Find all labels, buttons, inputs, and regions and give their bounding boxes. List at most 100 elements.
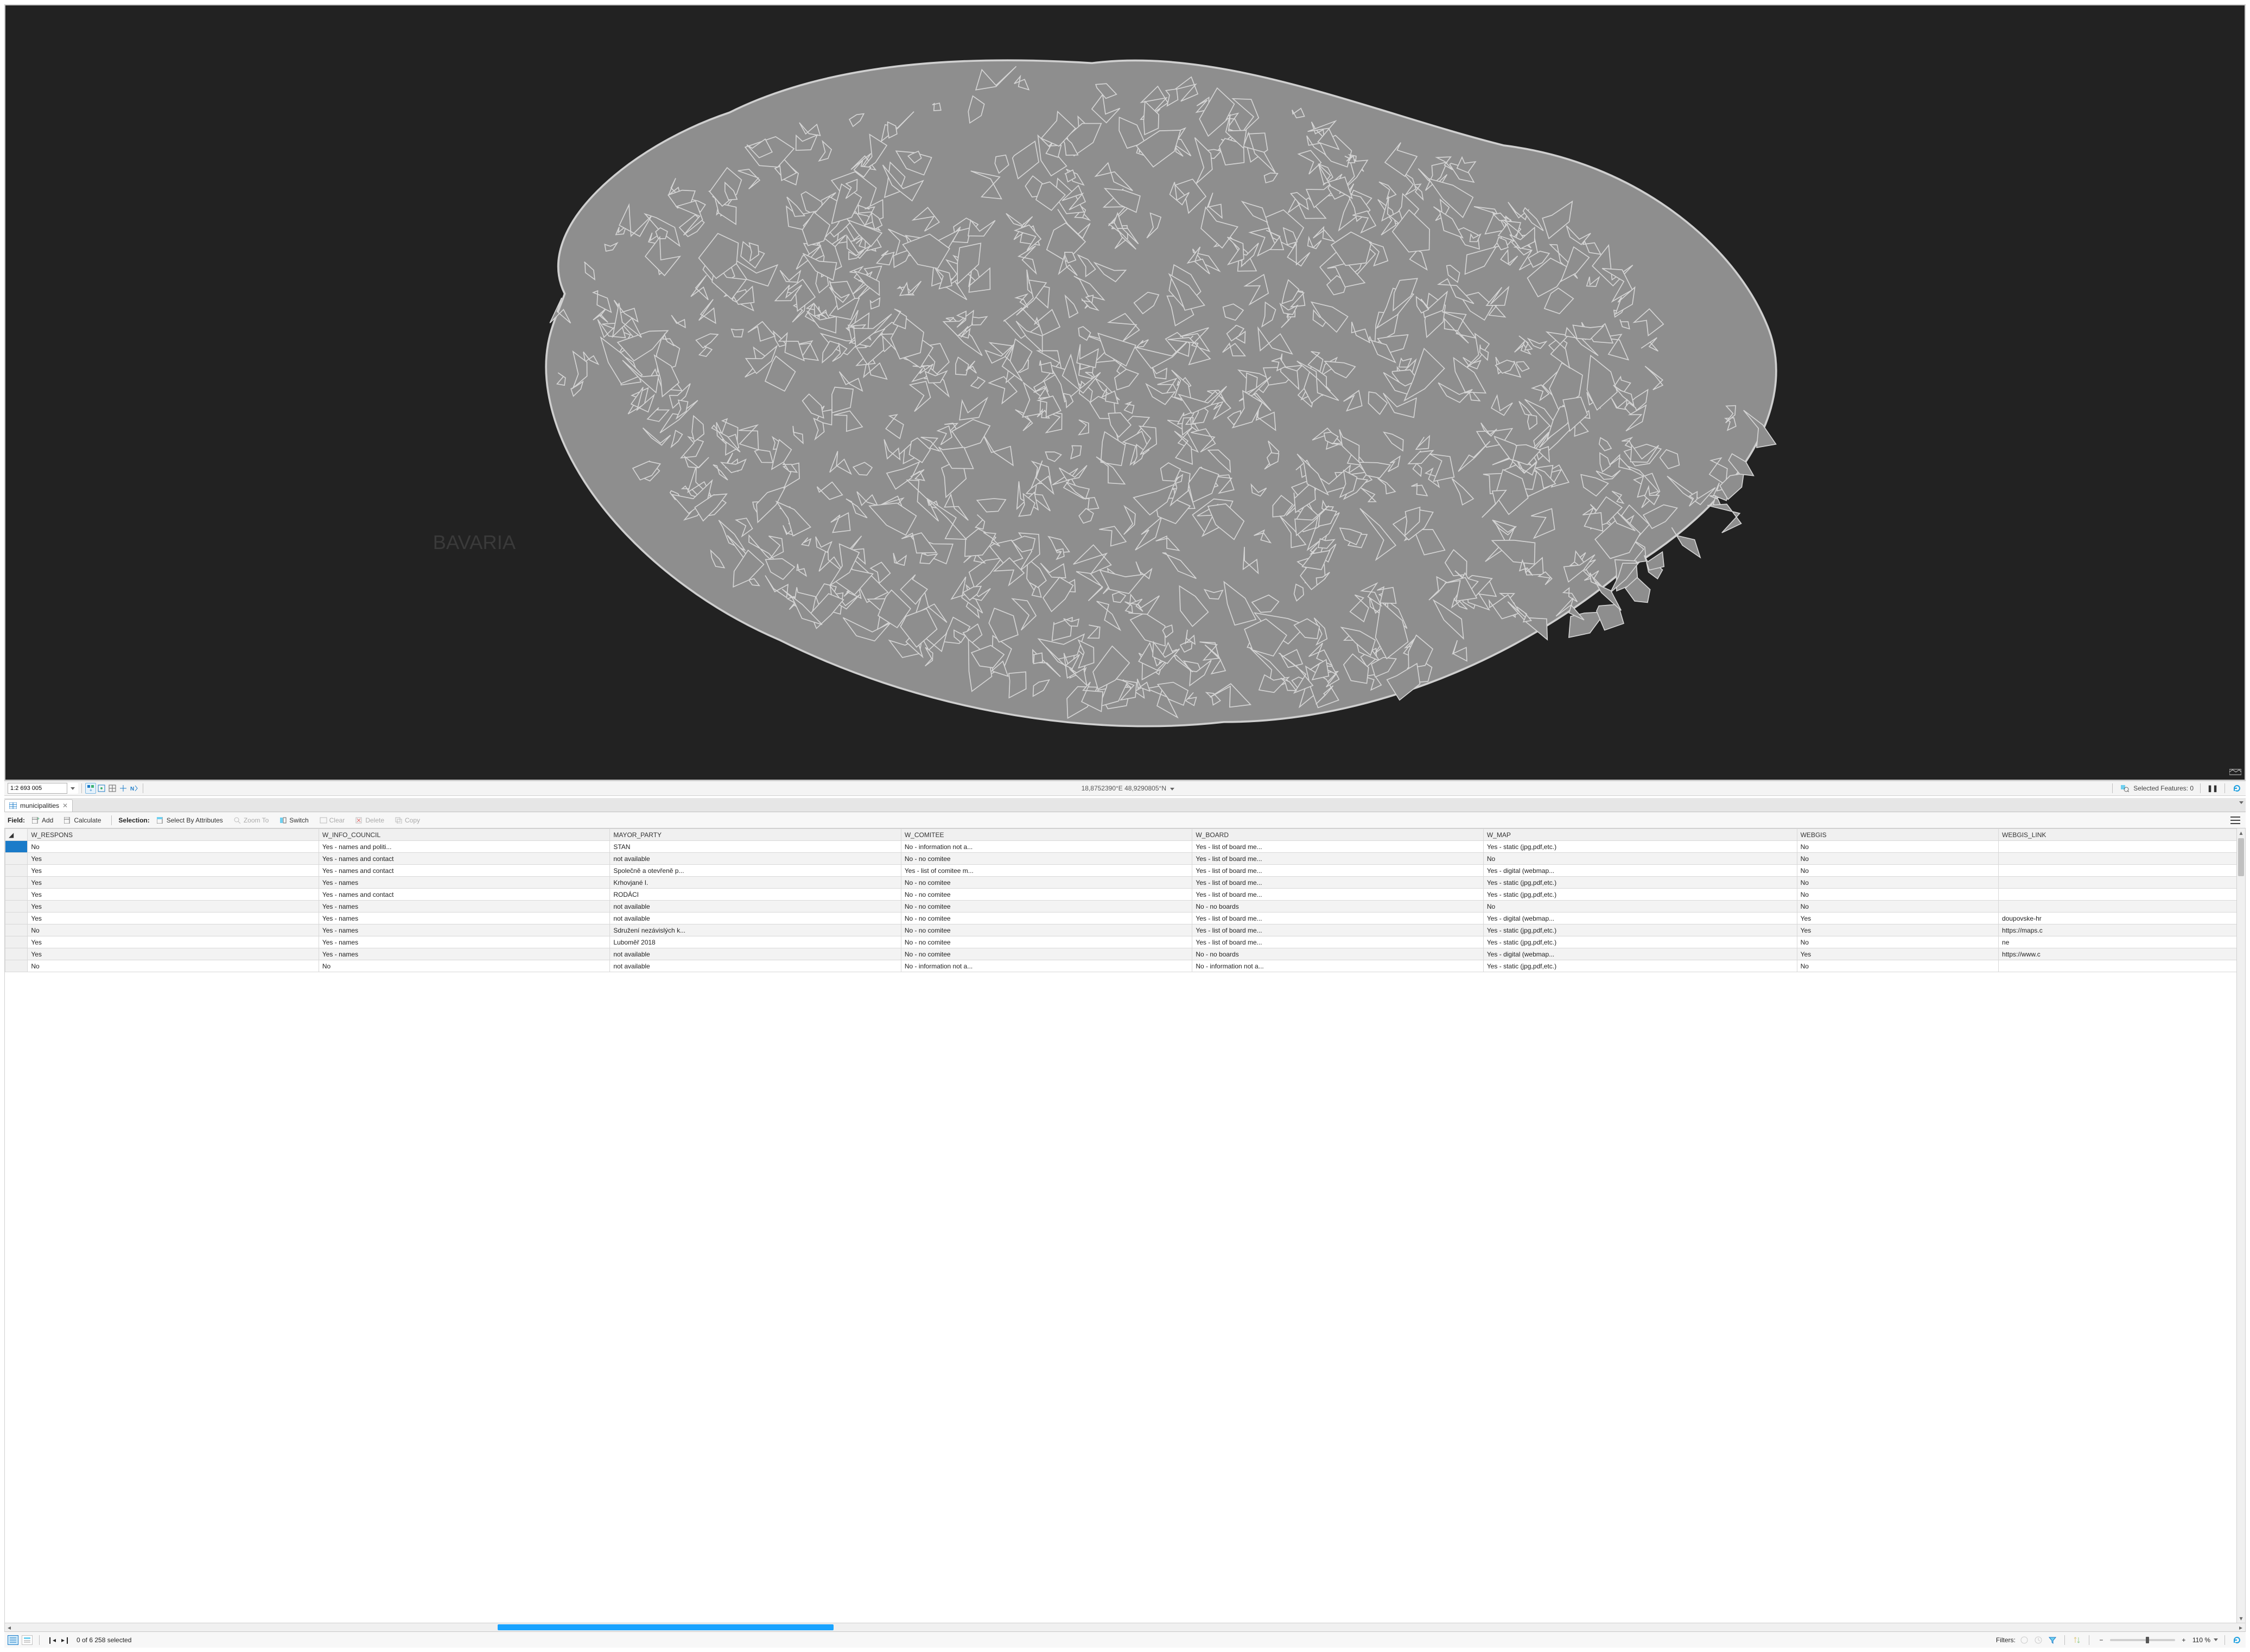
cell[interactable]: No - no boards	[1192, 948, 1484, 960]
horizontal-scrollbar[interactable]: ◂ ▸	[5, 1623, 2245, 1631]
cell[interactable]: not available	[610, 901, 901, 913]
cell[interactable]: Yes	[28, 853, 319, 865]
cell[interactable]: Sdružení nezávislých k...	[610, 924, 901, 936]
cell[interactable]: not available	[610, 948, 901, 960]
table-row[interactable]: YesYes - namesnot availableNo - no comit…	[5, 913, 2245, 924]
row-handle[interactable]	[5, 936, 28, 948]
row-handle[interactable]	[5, 841, 28, 853]
cell[interactable]: No	[28, 841, 319, 853]
cell[interactable]	[1999, 877, 2245, 889]
row-handle[interactable]	[5, 960, 28, 972]
table-row[interactable]: NoYes - namesSdružení nezávislých k...No…	[5, 924, 2245, 936]
cell[interactable]: Yes - names	[319, 913, 610, 924]
cell[interactable]: STAN	[610, 841, 901, 853]
corner-handle[interactable]: ◢	[5, 829, 28, 841]
cell[interactable]: Yes - static (jpg,pdf,etc.)	[1483, 841, 1797, 853]
cell[interactable]: No	[1483, 901, 1797, 913]
cell[interactable]: Yes - names and contact	[319, 853, 610, 865]
cell[interactable]	[1999, 841, 2245, 853]
cell[interactable]: Yes - static (jpg,pdf,etc.)	[1483, 889, 1797, 901]
row-handle[interactable]	[5, 865, 28, 877]
show-selected-records-button[interactable]	[22, 1635, 33, 1645]
cell[interactable]: Yes - static (jpg,pdf,etc.)	[1483, 877, 1797, 889]
cell[interactable]: not available	[610, 913, 901, 924]
table-row[interactable]: YesYes - namesnot availableNo - no comit…	[5, 901, 2245, 913]
scale-input[interactable]	[8, 783, 67, 794]
cell[interactable]: No - information not a...	[901, 960, 1192, 972]
cell[interactable]: Yes - static (jpg,pdf,etc.)	[1483, 960, 1797, 972]
column-header[interactable]: W_COMITEE	[901, 829, 1192, 841]
coords-dropdown-icon[interactable]	[1170, 788, 1174, 790]
cell[interactable]: No	[1797, 841, 1998, 853]
cell[interactable]: Yes - digital (webmap...	[1483, 865, 1797, 877]
cell[interactable]: No	[1797, 901, 1998, 913]
first-record-button[interactable]: ❙◂	[46, 1635, 57, 1645]
table-row[interactable]: NoNonot availableNo - information not a.…	[5, 960, 2245, 972]
table-row[interactable]: YesYes - names and contactRODÁCINo - no …	[5, 889, 2245, 901]
cell[interactable]: No - no comitee	[901, 901, 1192, 913]
cell[interactable]: No - no comitee	[901, 877, 1192, 889]
cell[interactable]: Yes	[28, 865, 319, 877]
column-header[interactable]: WEBGIS	[1797, 829, 1998, 841]
add-field-button[interactable]: + Add	[28, 815, 57, 826]
cell[interactable]: Yes - names	[319, 948, 610, 960]
table-row[interactable]: YesYes - namesKrhovjané I.No - no comite…	[5, 877, 2245, 889]
vertical-scrollbar-thumb[interactable]	[2238, 838, 2244, 876]
cell[interactable]: Yes - names	[319, 901, 610, 913]
column-header[interactable]: W_MAP	[1483, 829, 1797, 841]
row-handle[interactable]	[5, 853, 28, 865]
zoom-in-button[interactable]: +	[2178, 1635, 2189, 1645]
switch-selection-button[interactable]: Switch	[276, 815, 312, 826]
cell[interactable]: Společně a otevřeně p...	[610, 865, 901, 877]
fixed-zoom-icon[interactable]	[96, 783, 107, 794]
calculate-field-button[interactable]: Calculate	[60, 815, 105, 826]
scale-dropdown[interactable]	[67, 783, 78, 794]
zoom-out-button[interactable]: −	[2096, 1635, 2107, 1645]
cell[interactable]: Yes - names and politi...	[319, 841, 610, 853]
column-header[interactable]: W_RESPONS	[28, 829, 319, 841]
cell[interactable]: No - no boards	[1192, 901, 1484, 913]
filter-extent-icon[interactable]	[2019, 1635, 2030, 1645]
cell[interactable]: Yes - static (jpg,pdf,etc.)	[1483, 936, 1797, 948]
cell[interactable]: Yes - names	[319, 936, 610, 948]
cell[interactable]: Yes	[28, 877, 319, 889]
row-handle[interactable]	[5, 913, 28, 924]
cell[interactable]	[1999, 960, 2245, 972]
table-row[interactable]: YesYes - names and contactSpolečně a ote…	[5, 865, 2245, 877]
cell[interactable]: Yes - list of board me...	[1192, 877, 1484, 889]
cell[interactable]: Yes - list of board me...	[1192, 889, 1484, 901]
cell[interactable]: Yes	[1797, 948, 1998, 960]
cell[interactable]: not available	[610, 853, 901, 865]
cell[interactable]: Yes - list of board me...	[1192, 936, 1484, 948]
snapping-icon[interactable]	[118, 783, 129, 794]
column-header[interactable]: W_BOARD	[1192, 829, 1484, 841]
cell[interactable]: No	[1797, 853, 1998, 865]
show-all-records-button[interactable]	[8, 1635, 18, 1645]
row-handle[interactable]	[5, 901, 28, 913]
zoom-dropdown-icon[interactable]	[2214, 1638, 2218, 1641]
next-record-button[interactable]: ▸❙	[60, 1635, 71, 1645]
tab-municipalities[interactable]: municipalities ✕	[4, 799, 73, 812]
cell[interactable]: Yes	[28, 913, 319, 924]
refresh-icon[interactable]	[2232, 783, 2242, 794]
cell[interactable]: Yes	[1797, 913, 1998, 924]
explore-tool-icon[interactable]: +	[85, 783, 96, 794]
north-arrow-icon[interactable]: N	[129, 783, 139, 794]
cell[interactable]: No - information not a...	[901, 841, 1192, 853]
row-handle[interactable]	[5, 889, 28, 901]
cell[interactable]: No - information not a...	[1192, 960, 1484, 972]
cell[interactable]: Yes	[28, 948, 319, 960]
table-row[interactable]: NoYes - names and politi...STANNo - info…	[5, 841, 2245, 853]
cell[interactable]: Yes - names	[319, 877, 610, 889]
refresh-table-icon[interactable]	[2232, 1635, 2242, 1645]
cell[interactable]	[1999, 889, 2245, 901]
cell[interactable]: not available	[610, 960, 901, 972]
cell[interactable]: Yes - list of board me...	[1192, 924, 1484, 936]
vertical-scrollbar[interactable]: ▴ ▾	[2236, 828, 2245, 1623]
row-handle[interactable]	[5, 924, 28, 936]
cell[interactable]: No	[28, 924, 319, 936]
row-handle[interactable]	[5, 877, 28, 889]
basemap-icon[interactable]	[2229, 768, 2241, 776]
pause-drawing-icon[interactable]: ❚❚	[2207, 783, 2218, 794]
filter-funnel-icon[interactable]	[2047, 1635, 2058, 1645]
